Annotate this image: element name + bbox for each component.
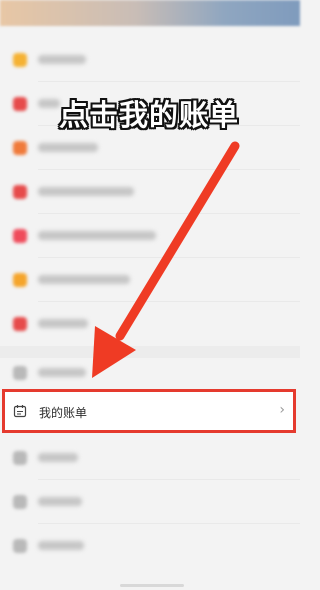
pointer-arrow [92, 141, 240, 378]
home-indicator [120, 584, 184, 587]
